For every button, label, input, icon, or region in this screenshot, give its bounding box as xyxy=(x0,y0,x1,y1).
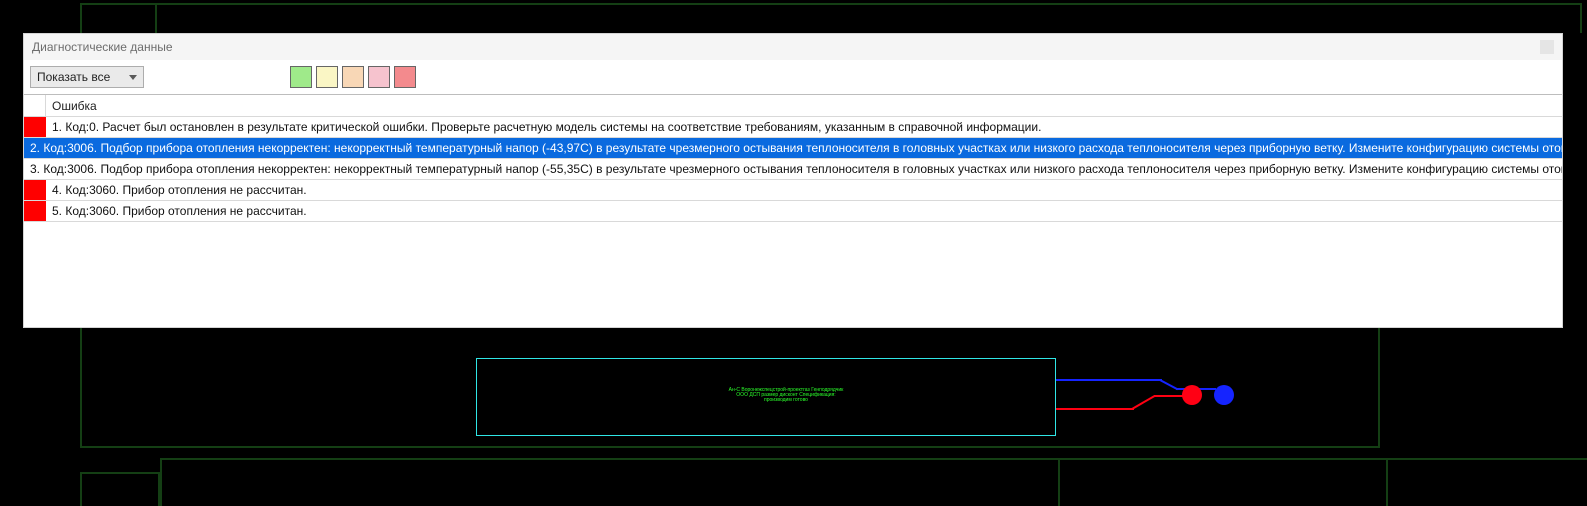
grid-header: Ошибка xyxy=(24,95,1562,117)
error-message: 5. Код:3060. Прибор отопления не рассчит… xyxy=(46,201,1562,221)
panel-toolbar: Показать все xyxy=(24,60,1562,94)
header-severity-col xyxy=(24,95,46,116)
severity-swatch-2[interactable] xyxy=(342,66,364,88)
error-row[interactable]: 2. Код:3006. Подбор прибора отопления не… xyxy=(24,138,1562,159)
error-grid: Ошибка 1. Код:0. Расчет был остановлен в… xyxy=(24,94,1562,222)
chevron-down-icon xyxy=(129,75,137,80)
error-message: 1. Код:0. Расчет был остановлен в резуль… xyxy=(46,117,1562,137)
filter-dropdown[interactable]: Показать все xyxy=(30,66,144,88)
cad-canvas[interactable]: Ан-С Воронежспецстрой-проектгаз Генподря… xyxy=(0,328,1587,506)
severity-swatch-1[interactable] xyxy=(316,66,338,88)
severity-swatches xyxy=(290,66,416,88)
error-row[interactable]: 4. Код:3060. Прибор отопления не рассчит… xyxy=(24,180,1562,201)
severity-swatch-4[interactable] xyxy=(394,66,416,88)
error-row[interactable]: 5. Код:3060. Прибор отопления не рассчит… xyxy=(24,201,1562,222)
error-row[interactable]: 3. Код:3006. Подбор прибора отопления не… xyxy=(24,159,1562,180)
severity-cell xyxy=(24,117,46,137)
node-red[interactable] xyxy=(1182,385,1202,405)
filter-dropdown-label: Показать все xyxy=(37,70,110,84)
error-row[interactable]: 1. Код:0. Расчет был остановлен в резуль… xyxy=(24,117,1562,138)
severity-cell xyxy=(24,180,46,200)
header-error-col[interactable]: Ошибка xyxy=(46,95,1562,116)
panel-titlebar: Диагностические данные xyxy=(24,34,1562,60)
panel-title: Диагностические данные xyxy=(32,34,173,60)
diagnostics-panel: Диагностические данные Показать все Ошиб… xyxy=(23,33,1563,328)
close-icon[interactable] xyxy=(1540,40,1554,54)
error-message: 2. Код:3006. Подбор прибора отопления не… xyxy=(24,138,1562,158)
severity-swatch-3[interactable] xyxy=(368,66,390,88)
severity-swatch-0[interactable] xyxy=(290,66,312,88)
cad-annotation-text: Ан-С Воронежспецстрой-проектгаз Генподря… xyxy=(726,388,846,403)
severity-cell xyxy=(24,201,46,221)
grid-body: 1. Код:0. Расчет был остановлен в резуль… xyxy=(24,117,1562,222)
error-message: 3. Код:3006. Подбор прибора отопления не… xyxy=(24,159,1562,179)
error-message: 4. Код:3060. Прибор отопления не рассчит… xyxy=(46,180,1562,200)
node-blue[interactable] xyxy=(1214,385,1234,405)
